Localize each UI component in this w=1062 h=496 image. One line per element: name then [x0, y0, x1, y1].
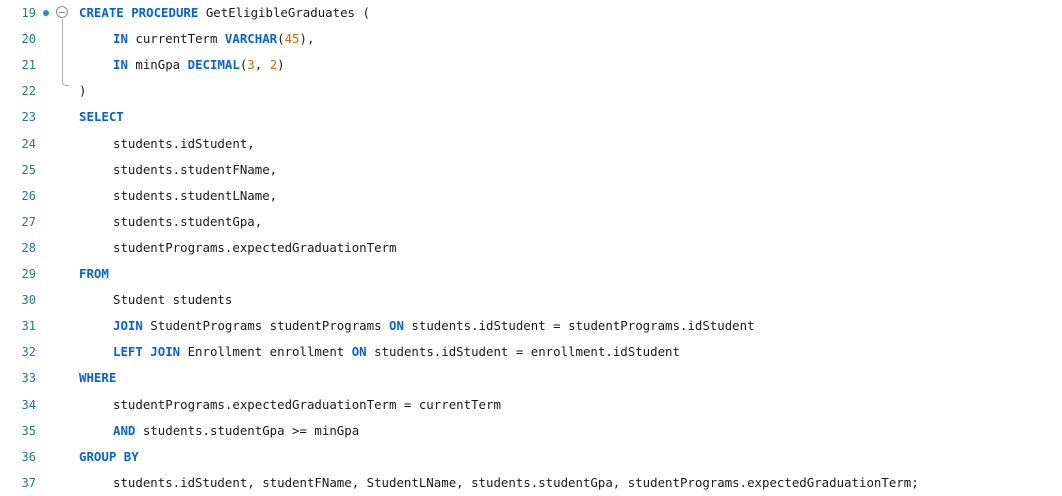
code-line[interactable]: 26 students.studentLName, — [0, 183, 1062, 209]
code-line[interactable]: 29 FROM — [0, 261, 1062, 287]
code-token-identifier: students.studentLName, — [113, 187, 278, 203]
code-text: students.idStudent, — [113, 131, 255, 157]
code-token-keyword: JOIN — [113, 318, 143, 334]
code-line[interactable]: 24 students.idStudent, — [0, 131, 1062, 157]
code-token-identifier: students.idStudent = studentPrograms.idS… — [403, 318, 755, 334]
code-token-identifier: students.studentGpa, — [113, 213, 263, 229]
line-number: 26 — [21, 188, 36, 203]
code-token-identifier: GetEligibleGraduates ( — [198, 5, 370, 20]
code-line[interactable]: 28 studentPrograms.expectedGraduationTerm — [0, 235, 1062, 261]
code-text: students.idStudent, studentFName, Studen… — [113, 470, 919, 496]
code-token-identifier: studentPrograms.expectedGraduationTerm — [113, 239, 397, 255]
code-token-identifier: , — [254, 57, 270, 73]
line-number: 35 — [21, 423, 36, 438]
code-text: students.studentFName, — [113, 157, 277, 183]
code-line[interactable]: 37 students.idStudent, studentFName, Stud… — [0, 470, 1062, 496]
code-token-type: VARCHAR — [224, 31, 278, 47]
code-text: FROM — [79, 261, 109, 287]
breakpoint-dot-icon[interactable] — [43, 10, 49, 16]
code-text: studentPrograms.expectedGraduationTerm =… — [113, 392, 501, 418]
code-line[interactable]: 27 students.studentGpa, — [0, 209, 1062, 235]
line-number: 36 — [21, 449, 36, 464]
code-line[interactable]: 20 IN currentTerm VARCHAR(45), — [0, 26, 1062, 52]
line-number: 19 — [21, 6, 36, 20]
line-number: 21 — [21, 58, 36, 73]
code-token-number: 45 — [284, 31, 300, 47]
code-token-identifier: StudentPrograms studentPrograms — [142, 318, 390, 334]
line-number: 31 — [21, 319, 36, 334]
code-token-identifier: students.studentFName, — [113, 161, 278, 177]
code-token-identifier: Student students — [113, 292, 233, 308]
line-number: 22 — [21, 84, 36, 99]
code-line[interactable]: 25 students.studentFName, — [0, 157, 1062, 183]
code-line[interactable]: 22) — [0, 78, 1062, 104]
code-token-keyword: AND — [113, 422, 136, 438]
code-token-identifier: students.idStudent = enrollment.idStuden… — [366, 344, 680, 360]
line-number: 20 — [21, 32, 36, 47]
line-number: 32 — [21, 345, 36, 360]
code-text: JOIN StudentPrograms studentPrograms ON … — [113, 313, 755, 339]
code-text: IN currentTerm VARCHAR(45), — [113, 26, 314, 52]
code-text: students.studentGpa, — [113, 209, 262, 235]
code-token-keyword: SELECT — [79, 109, 124, 125]
code-token-identifier: ) — [79, 83, 87, 99]
code-text: IN minGpa DECIMAL(3, 2) — [113, 52, 285, 78]
code-line[interactable]: 32 LEFT JOIN Enrollment enrollment ON stu… — [0, 339, 1062, 365]
code-token-keyword: GROUP BY — [79, 448, 139, 464]
code-token-identifier: ( — [277, 31, 285, 47]
code-text: SELECT — [79, 104, 124, 130]
code-token-keyword: FROM — [79, 266, 109, 281]
line-number: 25 — [21, 162, 36, 177]
line-number: 33 — [21, 371, 36, 386]
code-token-type: DECIMAL — [187, 57, 240, 73]
code-token-identifier: studentPrograms.expectedGraduationTerm =… — [113, 396, 501, 412]
code-token-keyword: IN — [113, 57, 128, 73]
code-token-identifier: ) — [277, 57, 285, 73]
code-line[interactable]: 21 IN minGpa DECIMAL(3, 2) — [0, 52, 1062, 78]
code-token-identifier: minGpa — [127, 57, 188, 73]
code-text: AND students.studentGpa >= minGpa — [113, 418, 359, 444]
code-line[interactable]: 34 studentPrograms.expectedGraduationTerm… — [0, 392, 1062, 418]
code-text: studentPrograms.expectedGraduationTerm — [113, 235, 396, 261]
line-number: 24 — [21, 136, 36, 151]
code-token-number: 3 — [247, 57, 255, 73]
sql-code-editor[interactable]: 19 CREATE PROCEDURE GetEligibleGraduates … — [0, 0, 1062, 490]
code-token-identifier: students.idStudent, — [113, 135, 255, 151]
line-number: 34 — [21, 397, 36, 412]
code-text: WHERE — [79, 365, 116, 391]
code-token-keyword: LEFT JOIN — [113, 344, 181, 360]
code-token-keyword: WHERE — [79, 370, 117, 386]
code-token-keyword: ON — [389, 318, 404, 334]
code-line[interactable]: 19 CREATE PROCEDURE GetEligibleGraduates … — [0, 0, 1062, 26]
code-text: GROUP BY — [79, 444, 139, 470]
code-token-identifier: currentTerm — [127, 31, 225, 47]
code-token-identifier: ), — [299, 31, 315, 47]
code-text: CREATE PROCEDURE GetEligibleGraduates ( — [79, 0, 370, 26]
code-line[interactable]: 35 AND students.studentGpa >= minGpa — [0, 418, 1062, 444]
line-number: 28 — [21, 240, 36, 255]
code-line[interactable]: 36 GROUP BY — [0, 444, 1062, 470]
code-line[interactable]: 33 WHERE — [0, 365, 1062, 391]
line-number: 29 — [21, 267, 36, 281]
code-text: Student students — [113, 287, 232, 313]
code-line[interactable]: 23 SELECT — [0, 104, 1062, 130]
line-number: 37 — [21, 475, 36, 490]
line-number: 23 — [21, 110, 36, 125]
fold-collapse-icon[interactable] — [56, 6, 68, 18]
line-number: 30 — [21, 293, 36, 308]
code-token-keyword: IN — [113, 31, 128, 47]
code-token-identifier: students.studentGpa >= minGpa — [135, 422, 360, 438]
line-number: 27 — [21, 214, 36, 229]
code-token-identifier: Enrollment enrollment — [180, 344, 352, 360]
code-line[interactable]: 30 Student students — [0, 287, 1062, 313]
code-line[interactable]: 31 JOIN StudentPrograms studentPrograms O… — [0, 313, 1062, 339]
code-text: LEFT JOIN Enrollment enrollment ON stude… — [113, 339, 680, 365]
code-text: students.studentLName, — [113, 183, 277, 209]
code-token-keyword: CREATE PROCEDURE — [79, 5, 199, 20]
code-token-keyword: ON — [351, 344, 367, 360]
code-text: ) — [79, 78, 86, 104]
